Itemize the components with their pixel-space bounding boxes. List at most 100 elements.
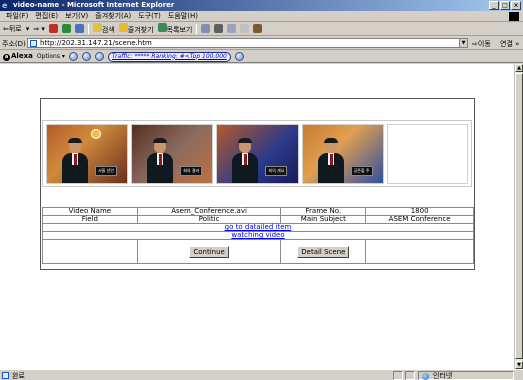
forward-button[interactable]: ⇒ ▾ (33, 25, 45, 33)
status-panel (405, 371, 415, 380)
status-panels (393, 371, 415, 380)
table-row: watching video (42, 231, 474, 240)
back-button[interactable]: ⇐뒤로 (3, 24, 22, 34)
favorites-icon (118, 22, 128, 32)
home-icon[interactable] (74, 24, 84, 33)
scene-thumbnail[interactable]: 회의 결과 (131, 124, 214, 184)
title-bar: e video-name - Microsoft Internet Explor… (0, 0, 523, 11)
status-text: 완료 (12, 372, 25, 380)
go-button[interactable]: ⇨이동 (472, 39, 491, 49)
standard-toolbar: ⇐뒤로 ▾ ⇒ ▾ 검색 즐겨찾기 목록보기 (0, 22, 523, 36)
menu-edit[interactable]: 편집(E) (35, 11, 58, 21)
mail-icon[interactable] (201, 24, 211, 33)
alexa-logo[interactable]: a Alexa (3, 52, 33, 61)
toolbar-separator (196, 23, 198, 34)
empty-cell (365, 239, 474, 264)
news-anchor-image (147, 138, 174, 183)
continue-button[interactable]: Continue (189, 245, 229, 258)
window-title: video-name - Microsoft Internet Explorer (13, 1, 175, 9)
address-url: http://202.31.147.21/scene.htm (40, 39, 152, 47)
alexa-toolbar: a Alexa Options ▾ Traffic: ***** Ranking:… (0, 51, 523, 63)
address-label: 주소(D) (2, 40, 26, 48)
maximize-button[interactable]: □ (500, 1, 510, 10)
thumbnail-caption: 회의 개요 (265, 166, 288, 176)
thumbnail-strip: 서울 선언 회의 결과 회의 개요 공존할 주 (42, 120, 472, 187)
messenger-icon[interactable] (253, 24, 263, 33)
empty-thumbnail-slot (386, 124, 469, 184)
search-label: 검색 (101, 25, 115, 34)
detail-scene-cell: Detail Scene (280, 239, 367, 264)
empty-cell (42, 239, 138, 264)
alexa-back-icon[interactable] (68, 52, 78, 61)
toolbar-separator (87, 23, 89, 34)
address-input[interactable]: http://202.31.147.21/scene.htm ▼ (27, 38, 468, 48)
menu-bar: 파일(F) 편집(E) 보기(V) 즐겨찾기(A) 도구(T) 도움말(H) (0, 11, 523, 22)
menu-file[interactable]: 파일(F) (6, 11, 28, 21)
links-button[interactable]: 연결 » (500, 39, 519, 49)
alexa-pause-icon[interactable] (81, 52, 91, 61)
status-panel (393, 371, 403, 380)
discuss-icon[interactable] (240, 24, 250, 33)
broadcast-logo-icon (91, 129, 101, 139)
favorites-label: 즐겨찾기 (127, 25, 154, 34)
scene-thumbnail[interactable]: 서울 선언 (46, 124, 129, 184)
window-controls: _ □ × (489, 1, 521, 10)
menu-help[interactable]: 도움말(H) (168, 11, 198, 21)
back-dropdown-icon[interactable]: ▾ (26, 25, 30, 33)
internet-globe-icon (422, 373, 429, 380)
print-icon[interactable] (214, 24, 224, 33)
address-dropdown-icon[interactable]: ▼ (459, 39, 467, 47)
history-button[interactable]: 목록보기 (157, 22, 193, 35)
continue-cell: Continue (136, 239, 282, 264)
page-done-icon (2, 372, 9, 379)
edit-icon[interactable] (227, 24, 237, 33)
scroll-up-icon[interactable]: ▲ (515, 64, 523, 72)
watch-link-cell: watching video (42, 231, 474, 240)
close-button[interactable]: × (511, 1, 521, 10)
security-zone: 인터넷 (418, 371, 514, 380)
scene-thumbnail[interactable]: 공존할 주 (301, 124, 384, 184)
refresh-icon[interactable] (61, 24, 71, 33)
alexa-options-button[interactable]: Options ▾ (37, 53, 65, 60)
vertical-scrollbar[interactable]: ▲ ▼ (514, 64, 523, 369)
news-anchor-image (232, 138, 259, 183)
table-row: Continue Detail Scene (42, 239, 474, 264)
traffic-ranking-link[interactable]: Traffic: ***** Ranking: #<Top 100,000 (107, 51, 231, 62)
alexa-a-icon: a (3, 54, 10, 61)
news-anchor-image (317, 138, 344, 183)
thumbnail-caption: 회의 결과 (180, 166, 203, 176)
alexa-logo-text: Alexa (11, 52, 33, 60)
page-icon (30, 40, 37, 47)
history-label: 목록보기 (166, 25, 193, 34)
scene-thumbnail[interactable]: 회의 개요 (216, 124, 299, 184)
go-label: 이동 (477, 40, 491, 48)
minimize-button[interactable]: _ (489, 1, 499, 10)
history-icon (157, 22, 167, 32)
detailed-item-link[interactable]: go to datailed item (225, 223, 292, 231)
windows-logo-icon (509, 12, 519, 21)
menu-view[interactable]: 보기(V) (65, 11, 88, 21)
status-bar: 완료 인터넷 (0, 369, 523, 380)
alexa-info-icon[interactable] (234, 52, 244, 61)
menu-favorites[interactable]: 즐겨찾기(A) (95, 11, 131, 21)
main-subject-value: ASEM Conference (365, 215, 474, 224)
thumbnail-caption: 공존할 주 (350, 166, 373, 176)
scene-info-table: Video Name Asem_Conference.avi Frame No.… (42, 207, 474, 264)
scroll-down-icon[interactable]: ▼ (515, 361, 523, 369)
news-anchor-image (62, 138, 88, 183)
detail-scene-button[interactable]: Detail Scene (297, 245, 350, 258)
scroll-thumb[interactable] (515, 73, 523, 359)
field-label: Field (42, 215, 138, 224)
address-bar: 주소(D) http://202.31.147.21/scene.htm ▼ ⇨… (0, 37, 523, 50)
zone-label: 인터넷 (433, 372, 453, 380)
search-icon (92, 22, 102, 32)
thumbnail-caption: 서울 선언 (95, 166, 117, 176)
watching-video-link[interactable]: watching video (231, 231, 284, 239)
ie-icon: e (2, 1, 8, 10)
menu-tools[interactable]: 도구(T) (138, 11, 161, 21)
search-button[interactable]: 검색 (92, 22, 115, 35)
stop-icon[interactable] (48, 24, 58, 33)
favorites-button[interactable]: 즐겨찾기 (118, 22, 154, 35)
alexa-next-icon[interactable] (94, 52, 104, 61)
main-subject-label: Main Subject (280, 215, 367, 224)
